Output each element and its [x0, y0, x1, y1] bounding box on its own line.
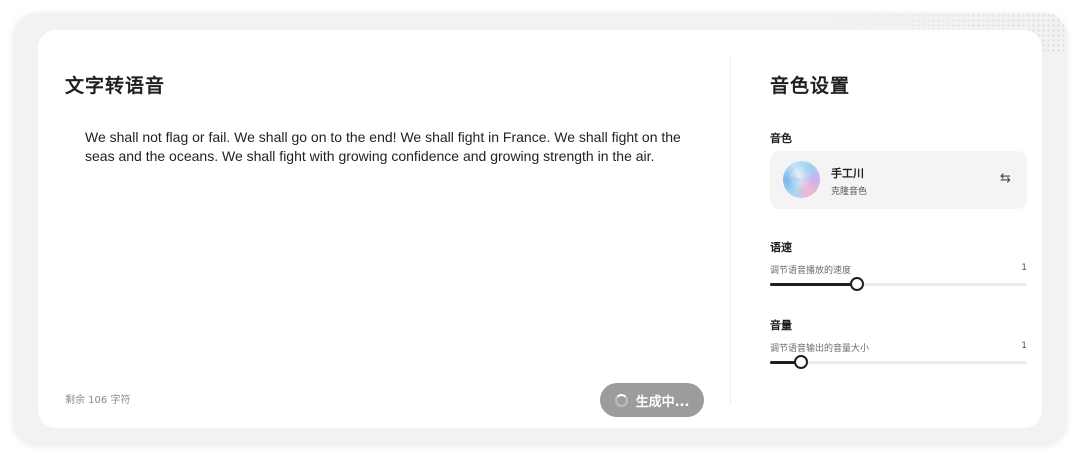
editor-panel: 文字转语音 We shall not flag or fail. We shal…: [38, 30, 730, 428]
volume-description: 调节语音输出的音量大小: [770, 344, 870, 354]
app-frame: 文字转语音 We shall not flag or fail. We shal…: [14, 13, 1066, 443]
speed-slider-thumb[interactable]: [850, 277, 865, 291]
main-card: 文字转语音 We shall not flag or fail. We shal…: [38, 30, 1042, 428]
volume-section-label: 音量: [770, 319, 792, 332]
volume-slider[interactable]: [770, 355, 1027, 369]
speed-slider[interactable]: [770, 277, 1027, 291]
speed-value: 1: [1021, 263, 1027, 273]
voice-name: 手工川: [831, 167, 864, 180]
settings-panel: 音色设置 音色 手工川 克隆音色 ⇆ 语速 调节语音播放的速度 1 音量 调节语…: [731, 30, 1042, 428]
voice-selector[interactable]: 手工川 克隆音色 ⇆: [770, 151, 1027, 209]
settings-title: 音色设置: [770, 75, 851, 97]
remaining-char-count: 剩余 106 字符: [65, 395, 131, 406]
voice-type: 克隆音色: [831, 187, 868, 197]
loading-spinner-icon: [614, 393, 628, 407]
text-input-area[interactable]: We shall not flag or fail. We shall go o…: [85, 128, 705, 166]
generate-button[interactable]: 生成中...: [600, 383, 704, 417]
voice-section-label: 音色: [770, 132, 792, 145]
volume-value: 1: [1021, 341, 1027, 351]
page-title: 文字转语音: [65, 75, 166, 97]
speed-description: 调节语音播放的速度: [770, 266, 852, 276]
voice-avatar: [783, 161, 820, 198]
speed-section-label: 语速: [770, 241, 792, 254]
generate-button-label: 生成中...: [635, 394, 690, 410]
speed-slider-fill: [770, 283, 858, 286]
swap-icon[interactable]: ⇆: [1000, 171, 1011, 187]
volume-slider-thumb[interactable]: [793, 355, 808, 369]
